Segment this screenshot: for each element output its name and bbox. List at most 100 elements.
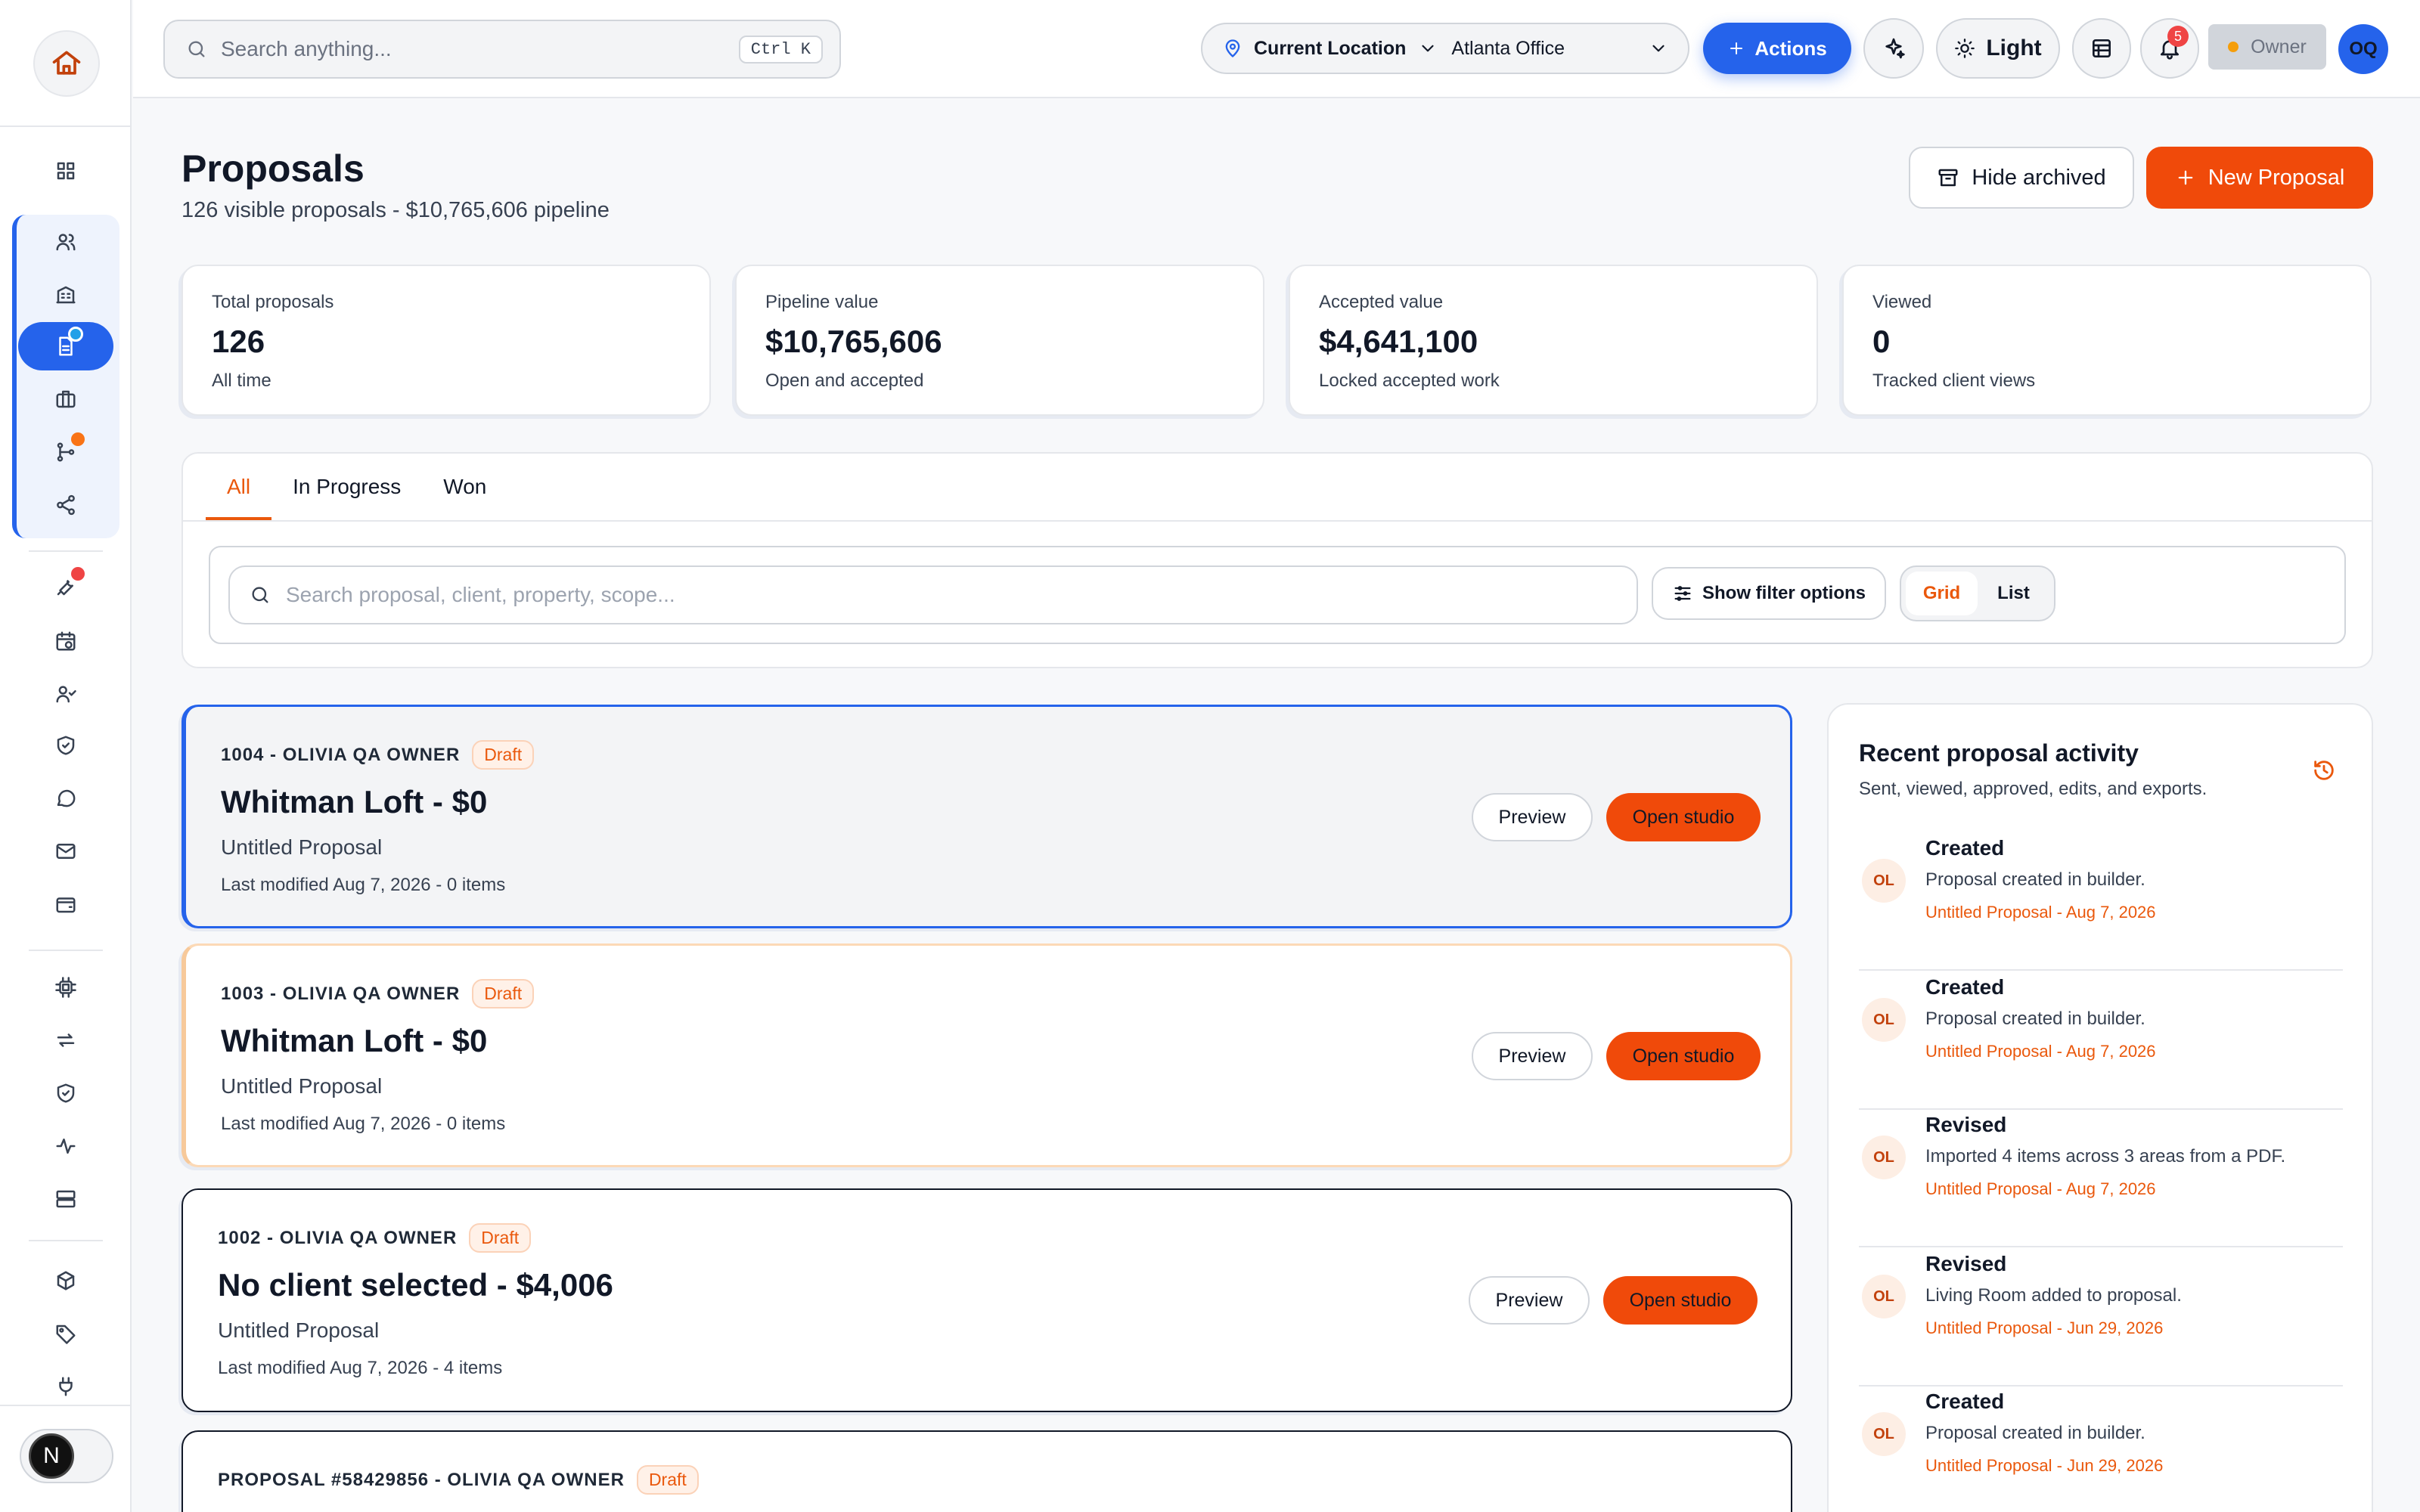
search-icon	[186, 39, 207, 60]
show-filter-options-button[interactable]: Show filter options	[1652, 567, 1886, 620]
keyboard-shortcut: Ctrl K	[738, 35, 823, 64]
users-icon	[54, 231, 77, 253]
mail-icon	[54, 840, 77, 863]
activity-avatar: OL	[1862, 1275, 1906, 1318]
proposal-number-owner: 1004 - OLIVIA QA OWNER	[221, 744, 461, 765]
activity-reference-link[interactable]: Untitled Proposal - Jun 29, 2026	[1925, 1456, 2163, 1476]
sidebar-item-tags[interactable]	[18, 1309, 113, 1358]
proposal-card[interactable]: 1002 - OLIVIA QA OWNER Draft No client s…	[182, 1188, 1792, 1412]
sidebar-item-properties[interactable]	[18, 271, 113, 319]
global-search[interactable]: Search anything... Ctrl K	[163, 20, 841, 79]
sidebar-item-sync[interactable]	[18, 1016, 113, 1064]
open-studio-button[interactable]: Open studio	[1606, 1032, 1761, 1080]
map-pin-icon	[1222, 38, 1243, 59]
tab-in-progress[interactable]: In Progress	[271, 475, 422, 520]
view-list-button[interactable]: List	[1978, 572, 2049, 615]
dev-tools-toggle[interactable]: N	[20, 1429, 113, 1483]
actions-button[interactable]: Actions	[1703, 23, 1851, 74]
history-icon[interactable]	[2311, 758, 2337, 783]
open-studio-button[interactable]: Open studio	[1603, 1276, 1758, 1325]
proposal-card[interactable]: PROPOSAL #58429856 - OLIVIA QA OWNER Dra…	[182, 1430, 1792, 1512]
sidebar-item-mail[interactable]	[18, 827, 113, 875]
activity-reference-link[interactable]: Untitled Proposal - Aug 7, 2026	[1925, 1179, 2156, 1199]
open-studio-button[interactable]: Open studio	[1606, 793, 1761, 841]
proposal-card[interactable]: 1004 - OLIVIA QA OWNER Draft Whitman Lof…	[182, 705, 1792, 928]
notification-dot	[71, 432, 85, 446]
preview-button[interactable]: Preview	[1469, 1276, 1590, 1325]
tab-won[interactable]: Won	[422, 475, 507, 520]
activity-item[interactable]: OL Revised Imported 4 items across 3 are…	[1859, 1110, 2343, 1247]
sidebar-item-pipeline[interactable]	[18, 428, 113, 476]
chevron-down-icon	[1418, 39, 1438, 58]
activity-action: Revised	[1925, 1252, 2007, 1275]
role-badge[interactable]: Owner	[2208, 24, 2326, 70]
sidebar-item-dashboard[interactable]	[18, 147, 113, 195]
stat-note: Tracked client views	[1872, 370, 2036, 391]
sidebar-item-integrations[interactable]	[18, 1362, 113, 1411]
proposal-search-input[interactable]: Search proposal, client, property, scope…	[228, 565, 1638, 624]
sidebar-item-tools[interactable]	[18, 562, 113, 611]
user-avatar[interactable]: OQ	[2338, 24, 2388, 74]
sidebar-item-schedule[interactable]	[18, 617, 113, 665]
hide-archived-button[interactable]: Hide archived	[1909, 147, 2134, 209]
theme-toggle[interactable]: Light	[1936, 18, 2060, 79]
sidebar-item-activity[interactable]	[18, 1122, 113, 1170]
sliders-icon	[1672, 583, 1693, 604]
proposal-search-placeholder: Search proposal, client, property, scope…	[286, 583, 675, 606]
sidebar-item-wallet[interactable]	[18, 880, 113, 928]
activity-title: Recent proposal activity	[1859, 739, 2139, 767]
ai-assist-button[interactable]	[1863, 18, 1924, 79]
stat-value: $4,641,100	[1319, 324, 1478, 359]
sidebar-item-team[interactable]	[18, 670, 113, 718]
proposal-title: No client selected - $4,006	[218, 1267, 613, 1303]
activity-action: Created	[1925, 1390, 2005, 1413]
sidebar-item-messages[interactable]	[18, 774, 113, 823]
view-grid-button[interactable]: Grid	[1906, 572, 1978, 615]
cpu-icon	[54, 976, 77, 999]
activity-reference-link[interactable]: Untitled Proposal - Aug 7, 2026	[1925, 903, 2156, 922]
status-tabs: All In Progress Won	[206, 475, 507, 520]
plus-icon	[1727, 39, 1745, 57]
stat-note: Locked accepted work	[1319, 370, 1500, 391]
activity-description: Living Room added to proposal.	[1925, 1285, 2182, 1306]
page-subtitle: 126 visible proposals - $10,765,606 pipe…	[182, 198, 610, 222]
sidebar-divider	[29, 950, 103, 951]
sidebar-item-storage[interactable]	[18, 1175, 113, 1223]
preview-button[interactable]: Preview	[1472, 793, 1593, 841]
sidebar-item-clients[interactable]	[18, 218, 113, 266]
sidebar-item-security[interactable]	[18, 1069, 113, 1117]
sidebar-item-share[interactable]	[18, 481, 113, 529]
layout-button[interactable]	[2072, 18, 2131, 79]
sidebar-item-hardware[interactable]	[18, 963, 113, 1012]
notifications-button[interactable]: 5	[2140, 18, 2199, 79]
tab-all[interactable]: All	[206, 475, 272, 520]
location-selector[interactable]: Current Location Atlanta Office	[1201, 23, 1689, 74]
house-logo-icon	[50, 47, 83, 80]
sidebar-item-warranty[interactable]	[18, 721, 113, 770]
activity-reference-link[interactable]: Untitled Proposal - Aug 7, 2026	[1925, 1042, 2156, 1061]
activity-reference-link[interactable]: Untitled Proposal - Jun 29, 2026	[1925, 1318, 2163, 1338]
proposal-card[interactable]: 1003 - OLIVIA QA OWNER Draft Whitman Lof…	[182, 943, 1792, 1167]
search-placeholder: Search anything...	[221, 37, 392, 60]
sidebar-item-proposals[interactable]	[18, 322, 113, 370]
activity-action: Created	[1925, 975, 2005, 999]
location-value: Atlanta Office	[1451, 37, 1565, 59]
activity-item[interactable]: OL Revised Living Room added to proposal…	[1859, 1249, 2343, 1387]
new-proposal-button[interactable]: New Proposal	[2146, 147, 2373, 209]
app-logo[interactable]	[33, 30, 100, 97]
preview-button[interactable]: Preview	[1472, 1032, 1593, 1080]
activity-item[interactable]: OL Created Proposal created in builder. …	[1859, 1387, 2343, 1512]
filter-panel: All In Progress Won Search proposal, cli…	[182, 452, 2373, 668]
sidebar-divider	[0, 1405, 132, 1406]
activity-item[interactable]: OL Created Proposal created in builder. …	[1859, 972, 2343, 1110]
search-icon	[250, 584, 271, 606]
briefcase-icon	[54, 388, 77, 411]
proposal-title: Whitman Loft - $0	[221, 784, 488, 820]
sidebar-item-jobs[interactable]	[18, 375, 113, 423]
location-label: Current Location	[1254, 37, 1407, 59]
activity-item[interactable]: OL Created Proposal created in builder. …	[1859, 833, 2343, 971]
activity-avatar: OL	[1862, 998, 1906, 1042]
sidebar-item-products[interactable]	[18, 1256, 113, 1305]
recent-activity-panel: Recent proposal activity Sent, viewed, a…	[1827, 703, 2373, 1512]
stat-note: All time	[212, 370, 271, 391]
